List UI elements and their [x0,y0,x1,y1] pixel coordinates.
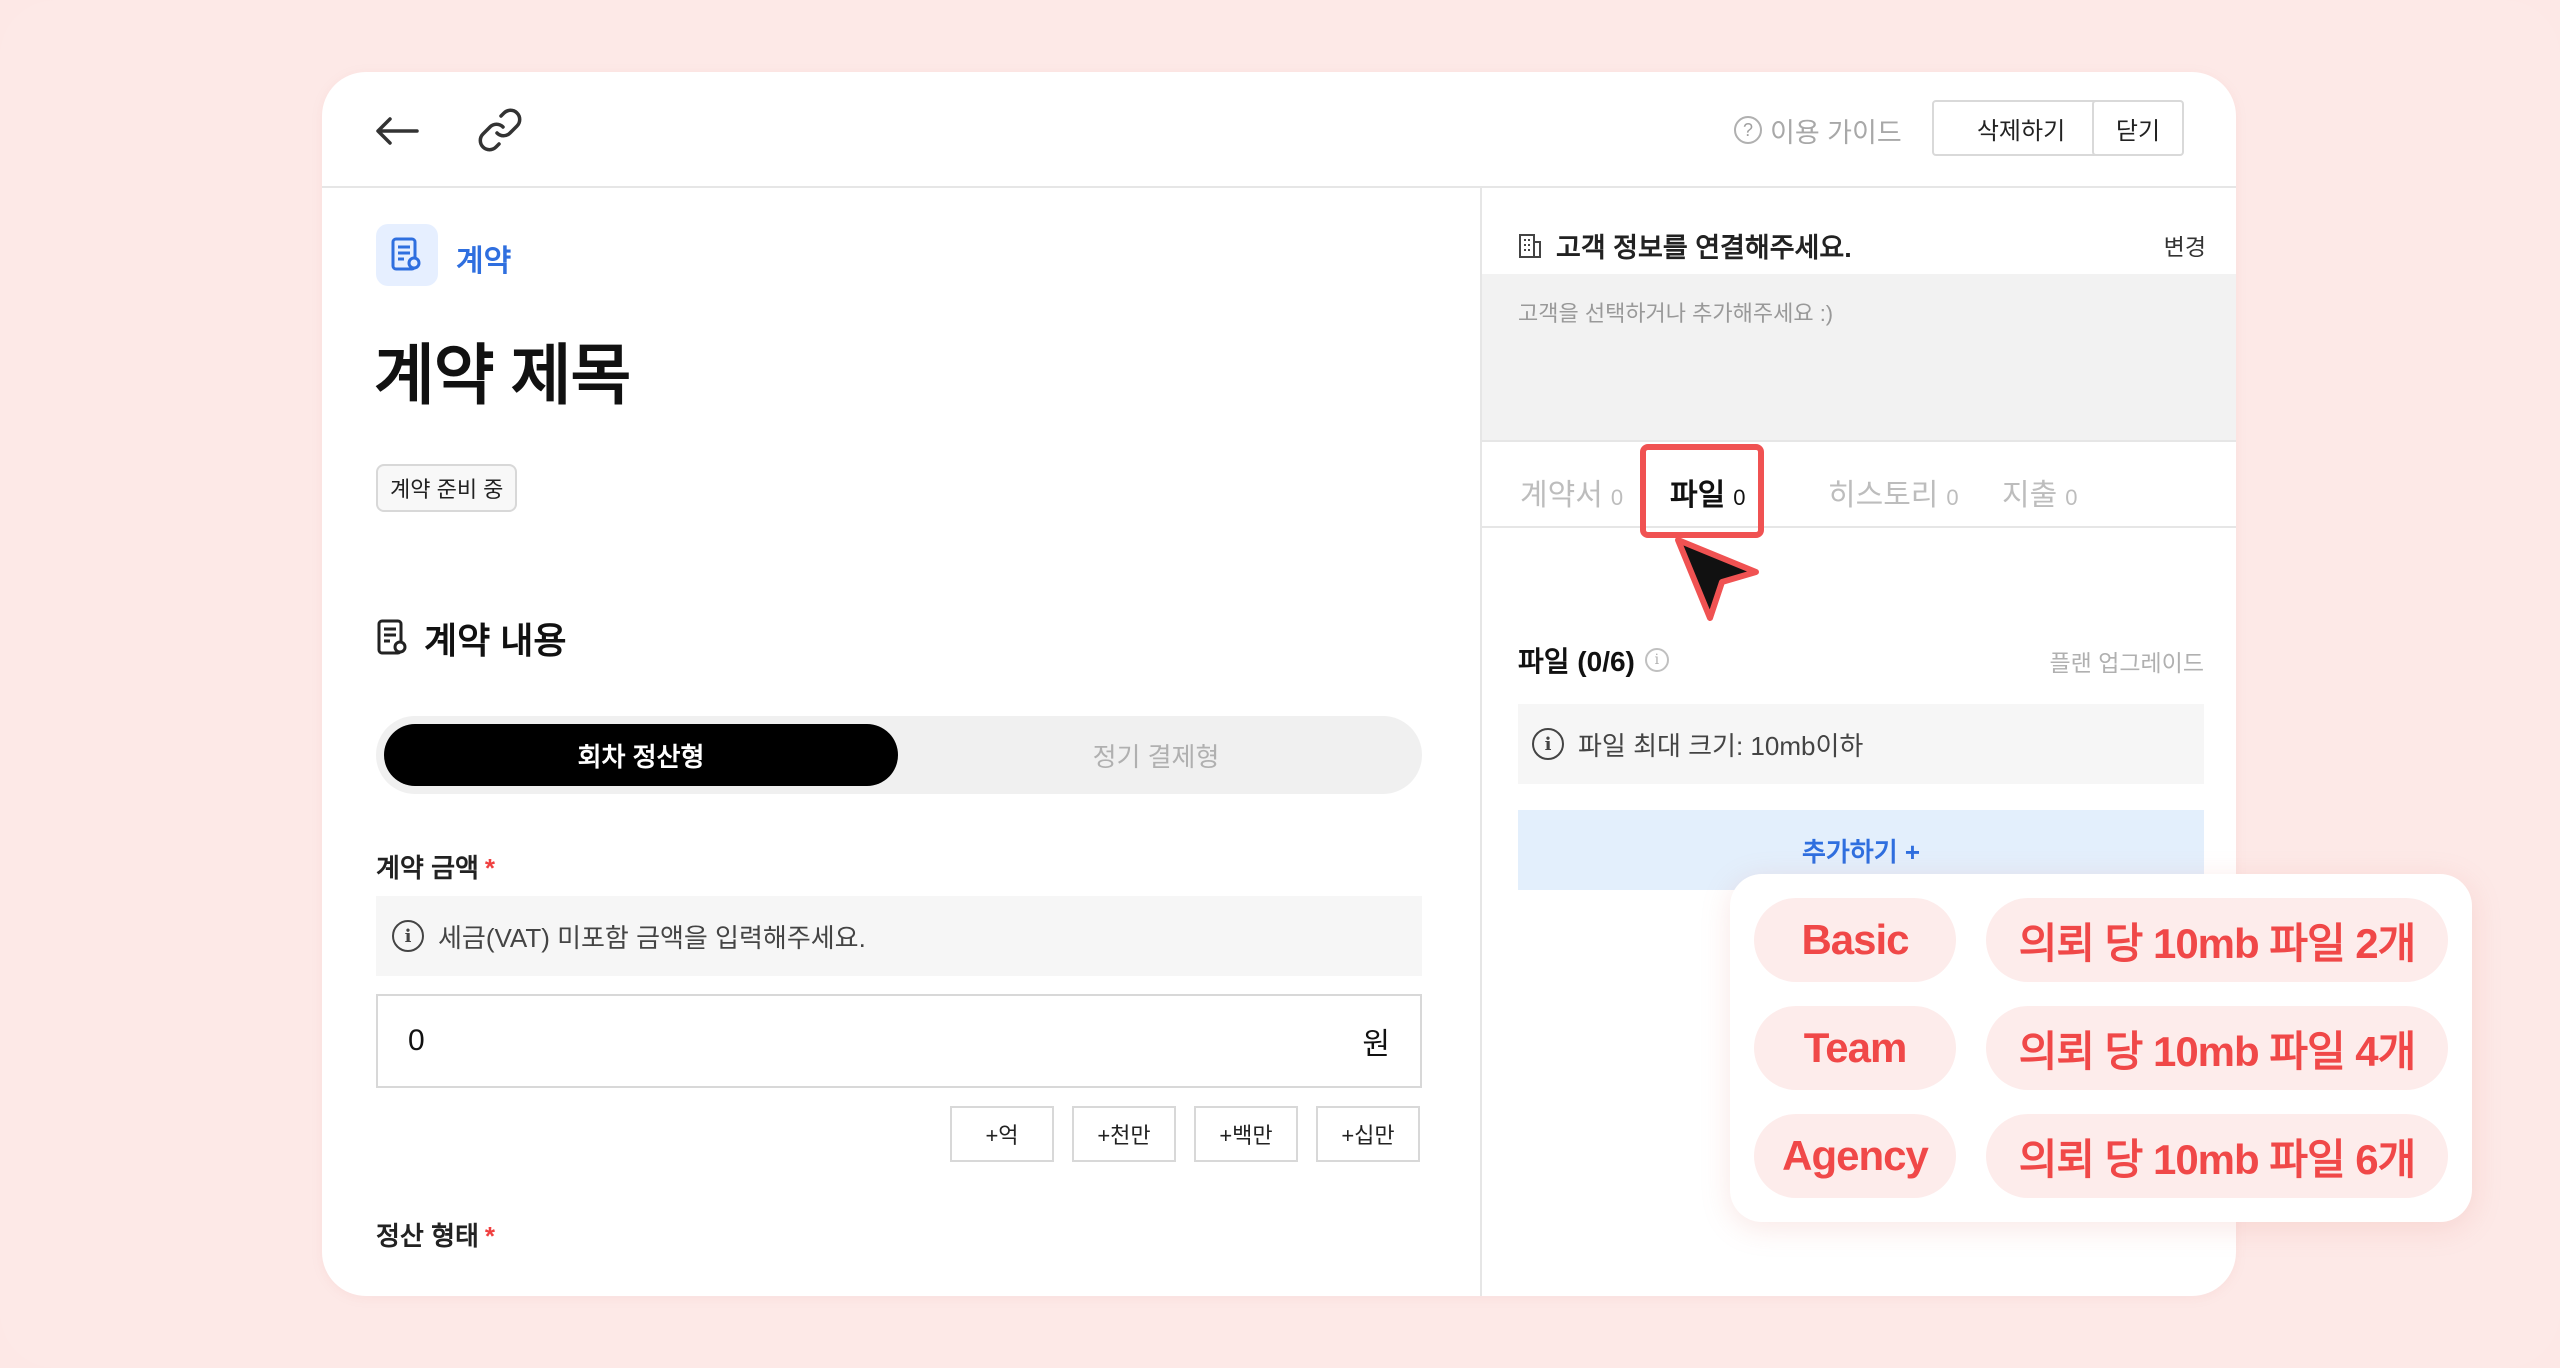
customer-placeholder: 고객을 선택하거나 추가해주세요 :) [1518,301,1834,326]
add-eok-button[interactable]: +억 [950,1106,1054,1162]
required-mark: * [484,1221,496,1251]
contract-category-icon [376,224,438,286]
building-icon [1519,233,1541,258]
delete-button[interactable]: 삭제하기 [1932,100,2110,156]
plan-name: Team [1754,1006,1956,1090]
toggle-per-installment[interactable]: 회차 정산형 [384,724,898,786]
plan-name: Agency [1754,1114,1956,1198]
files-title: 파일 (0/6) i [1518,640,1669,680]
question-icon: ? [1734,116,1762,144]
tab-expense[interactable]: 지출 0 [2002,470,2077,514]
plan-row-agency: Agency 의뢰 당 10mb 파일 6개 [1754,1114,2448,1198]
info-icon: i [392,920,424,952]
add-sipman-button[interactable]: +십만 [1316,1106,1420,1162]
plan-desc: 의뢰 당 10mb 파일 6개 [1986,1114,2448,1198]
plan-name: Basic [1754,898,1956,982]
usage-guide-link[interactable]: ? 이용 가이드 [1734,108,1902,152]
contract-panel: 계약 계약 제목 계약 준비 중 계약 내용 회차 정산형 정기 결제형 계약 … [322,72,1480,1251]
amount-value: 0 [408,1024,425,1057]
files-info-icon[interactable]: i [1644,648,1669,672]
billing-type-toggle: 회차 정산형 정기 결제형 [376,716,1422,794]
plan-row-team: Team 의뢰 당 10mb 파일 4개 [1754,1006,2448,1090]
mouse-cursor-icon [1675,537,1759,621]
plan-desc: 의뢰 당 10mb 파일 4개 [1986,1006,2448,1090]
info-icon: i [1532,728,1564,760]
amount-info-text: 세금(VAT) 미포함 금액을 입력해주세요. [438,922,866,953]
tab-contract-doc[interactable]: 계약서 0 [1520,470,1623,514]
required-mark: * [484,853,496,883]
file-size-info: i 파일 최대 크기: 10mb이하 [1518,704,2204,784]
amount-label: 계약 금액 * [376,853,496,883]
section-title: 계약 내용 [376,612,566,664]
add-cheonman-button[interactable]: +천만 [1072,1106,1176,1162]
toggle-recurring[interactable]: 정기 결제형 [898,724,1414,786]
customer-select-area[interactable]: 고객을 선택하거나 추가해주세요 :) [1482,274,2236,440]
plan-desc: 의뢰 당 10mb 파일 2개 [1986,898,2448,982]
status-badge[interactable]: 계약 준비 중 [376,464,518,512]
tab-history[interactable]: 히스토리 0 [1828,470,1959,514]
customer-header: 고객 정보를 연결해주세요. [1518,226,1852,265]
change-customer-button[interactable]: 변경 [2164,228,2206,262]
amount-info-box: i 세금(VAT) 미포함 금액을 입력해주세요. [376,896,1422,976]
contract-category-label: 계약 [456,245,512,278]
add-baekman-button[interactable]: +백만 [1194,1106,1298,1162]
contract-title[interactable]: 계약 제목 [374,322,631,418]
tab-bar: 계약서 0 파일 0 히스토리 0 지출 0 [1482,440,2236,621]
plan-upgrade-link[interactable]: 플랜 업그레이드 [2049,644,2204,678]
settle-type-label: 정산 형태 * [376,1221,496,1251]
tab-highlight-box [1640,444,1764,538]
quick-add-buttons: +억 +천만 +백만 +십만 [950,1106,1420,1162]
close-button[interactable]: 닫기 [2092,100,2184,156]
contract-doc-icon [377,619,407,655]
usage-guide-label: 이용 가이드 [1770,117,1902,148]
amount-input[interactable]: 0 원 [376,994,1422,1088]
plan-limits-card: Basic 의뢰 당 10mb 파일 2개 Team 의뢰 당 10mb 파일 … [1730,874,2472,1222]
amount-unit: 원 [1362,1028,1390,1061]
plan-row-basic: Basic 의뢰 당 10mb 파일 2개 [1754,898,2448,982]
